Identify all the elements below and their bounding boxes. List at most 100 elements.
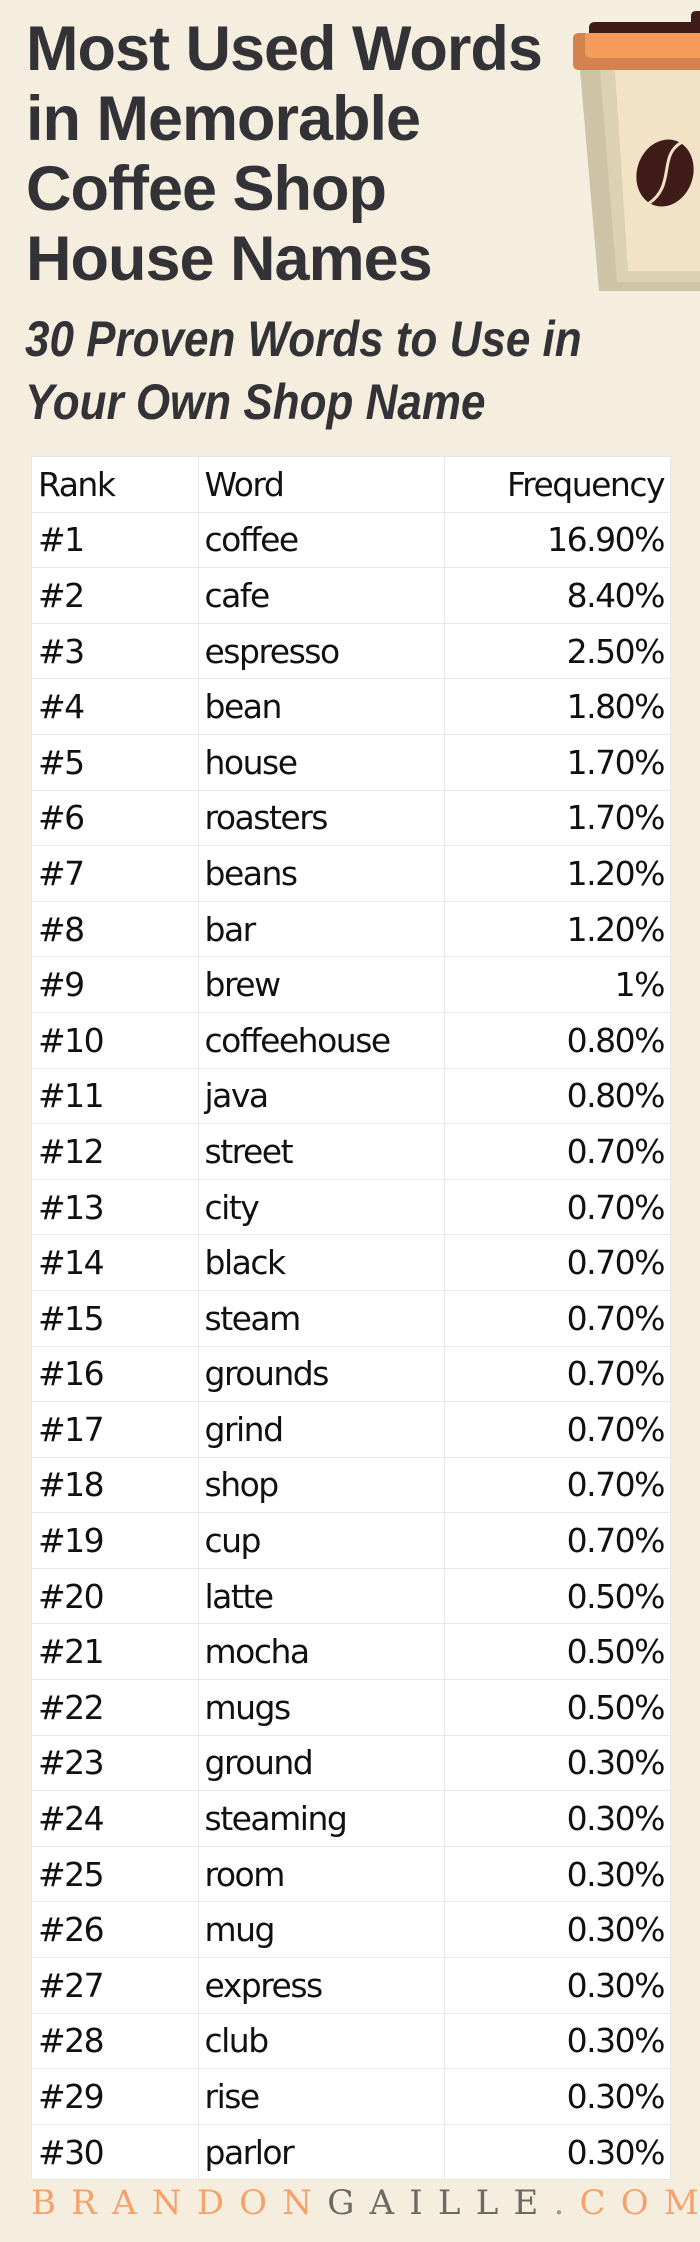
table-row: #11 java 0.80% bbox=[32, 1067, 670, 1125]
subtitle-line: Your Own Shop Name bbox=[25, 374, 486, 430]
table-row: #20 latte 0.50% bbox=[32, 1567, 670, 1625]
rank-cell: #6 bbox=[32, 789, 199, 847]
rank-cell: #13 bbox=[32, 1178, 199, 1236]
word-cell: ground bbox=[197, 1734, 445, 1792]
word-cell: parlor bbox=[197, 2123, 445, 2180]
frequency-cell: 0.30% bbox=[443, 1845, 670, 1903]
rank-cell: #10 bbox=[32, 1011, 199, 1069]
table-row: #27 express 0.30% bbox=[32, 1957, 670, 2014]
rank-cell: #16 bbox=[32, 1345, 199, 1403]
rank-cell: #19 bbox=[32, 1512, 199, 1569]
frequency-cell: 1.80% bbox=[443, 678, 670, 735]
frequency-cell: 0.30% bbox=[443, 2012, 670, 2070]
rank-cell: #5 bbox=[32, 733, 199, 791]
frequency-cell: 0.70% bbox=[443, 1345, 670, 1403]
table-row: #15 steam 0.70% bbox=[32, 1289, 670, 1347]
rank-cell: #20 bbox=[32, 1567, 199, 1625]
table-row: #4 bean 1.80% bbox=[32, 678, 670, 735]
title-line: in Memorable bbox=[26, 84, 421, 154]
word-cell: bar bbox=[197, 900, 445, 958]
table-row: #18 shop 0.70% bbox=[32, 1456, 670, 1514]
frequency-cell: 16.90% bbox=[443, 511, 670, 569]
title-line: Most Used Words bbox=[26, 14, 543, 84]
table-row: #30 parlor 0.30% bbox=[32, 2123, 670, 2180]
word-cell: rise bbox=[197, 2068, 445, 2125]
title-line: House Names bbox=[26, 224, 433, 294]
column-header-rank: Rank bbox=[32, 457, 199, 513]
rank-cell: #28 bbox=[32, 2012, 199, 2070]
column-header-frequency: Frequency bbox=[443, 457, 670, 513]
column-header-word: Word bbox=[197, 457, 445, 513]
table-row: #16 grounds 0.70% bbox=[32, 1345, 670, 1403]
table-row: #8 bar 1.20% bbox=[32, 900, 670, 958]
footer-brand-part3: COM bbox=[579, 2183, 700, 2223]
frequency-cell: 0.70% bbox=[443, 1456, 670, 1514]
footer-brand-part2: GAILLE bbox=[327, 2183, 554, 2223]
subtitle-line: 30 Proven Words to Use in bbox=[25, 311, 582, 367]
table-row: #13 city 0.70% bbox=[32, 1178, 670, 1236]
table-header-row: Rank Word Frequency bbox=[32, 457, 670, 513]
frequency-cell: 2.50% bbox=[443, 622, 670, 680]
rank-cell: #7 bbox=[32, 845, 199, 902]
rank-cell: #8 bbox=[32, 900, 199, 958]
word-cell: street bbox=[197, 1123, 445, 1180]
frequency-cell: 0.30% bbox=[443, 1734, 670, 1792]
page-title: Most Used Words in Memorable Coffee Shop… bbox=[26, 14, 586, 294]
table-row: #23 ground 0.30% bbox=[32, 1734, 670, 1792]
footer-brand-part1: BRANDON bbox=[31, 2183, 328, 2223]
frequency-cell: 0.70% bbox=[443, 1178, 670, 1236]
word-cell: black bbox=[197, 1234, 445, 1291]
word-frequency-table: Rank Word Frequency #1 coffee 16.90% #2 cafe… bbox=[31, 456, 671, 2181]
table-row: #1 coffee 16.90% bbox=[32, 511, 670, 569]
table-row: #14 black 0.70% bbox=[32, 1234, 670, 1291]
word-cell: shop bbox=[197, 1456, 445, 1514]
frequency-cell: 0.30% bbox=[443, 1790, 670, 1847]
frequency-cell: 0.50% bbox=[443, 1679, 670, 1736]
rank-cell: #9 bbox=[32, 956, 199, 1013]
word-cell: mugs bbox=[197, 1679, 445, 1736]
rank-cell: #18 bbox=[32, 1456, 199, 1514]
table-row: #2 cafe 8.40% bbox=[32, 567, 670, 624]
table-row: #6 roasters 1.70% bbox=[32, 789, 670, 847]
table-row: #29 rise 0.30% bbox=[32, 2068, 670, 2125]
word-cell: roasters bbox=[197, 789, 445, 847]
word-cell: brew bbox=[197, 956, 445, 1013]
word-cell: mocha bbox=[197, 1623, 445, 1681]
rank-cell: #11 bbox=[32, 1067, 199, 1125]
word-cell: room bbox=[197, 1845, 445, 1903]
rank-cell: #24 bbox=[32, 1790, 199, 1847]
table-row: #25 room 0.30% bbox=[32, 1845, 670, 1903]
word-cell: steam bbox=[197, 1289, 445, 1347]
table-row: #5 house 1.70% bbox=[32, 733, 670, 791]
title-line: Coffee Shop bbox=[26, 154, 387, 224]
rank-cell: #1 bbox=[32, 511, 199, 569]
coffee-cup-icon bbox=[573, 11, 700, 291]
table-row: #17 grind 0.70% bbox=[32, 1401, 670, 1458]
frequency-cell: 0.70% bbox=[443, 1289, 670, 1347]
word-cell: house bbox=[197, 733, 445, 791]
word-cell: coffeehouse bbox=[197, 1011, 445, 1069]
rank-cell: #26 bbox=[32, 1901, 199, 1959]
word-cell: express bbox=[197, 1957, 445, 2014]
table-row: #26 mug 0.30% bbox=[32, 1901, 670, 1959]
frequency-cell: 0.30% bbox=[443, 2068, 670, 2125]
table-row: #28 club 0.30% bbox=[32, 2012, 670, 2070]
word-cell: espresso bbox=[197, 622, 445, 680]
word-cell: cafe bbox=[197, 567, 445, 624]
word-cell: cup bbox=[197, 1512, 445, 1569]
frequency-cell: 8.40% bbox=[443, 567, 670, 624]
rank-cell: #17 bbox=[32, 1401, 199, 1458]
word-cell: latte bbox=[197, 1567, 445, 1625]
frequency-cell: 0.30% bbox=[443, 1957, 670, 2014]
frequency-cell: 0.50% bbox=[443, 1623, 670, 1681]
subtitle: 30 Proven Words to Use in Your Own Shop … bbox=[25, 308, 606, 434]
frequency-cell: 0.30% bbox=[443, 1901, 670, 1959]
word-cell: beans bbox=[197, 845, 445, 902]
frequency-cell: 1.70% bbox=[443, 733, 670, 791]
footer-brand: BRANDONGAILLE.COM bbox=[31, 2183, 699, 2223]
word-cell: grind bbox=[197, 1401, 445, 1458]
table-row: #12 street 0.70% bbox=[32, 1123, 670, 1180]
rank-cell: #30 bbox=[32, 2123, 199, 2180]
rank-cell: #14 bbox=[32, 1234, 199, 1291]
frequency-cell: 0.70% bbox=[443, 1512, 670, 1569]
